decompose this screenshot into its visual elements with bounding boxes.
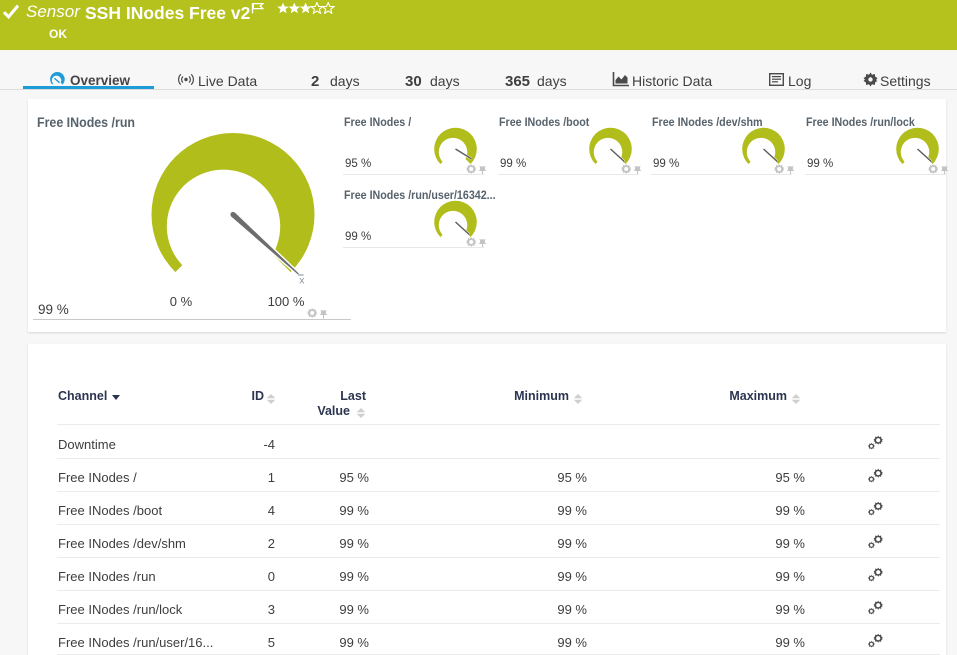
svg-text:x: x [299,275,305,287]
